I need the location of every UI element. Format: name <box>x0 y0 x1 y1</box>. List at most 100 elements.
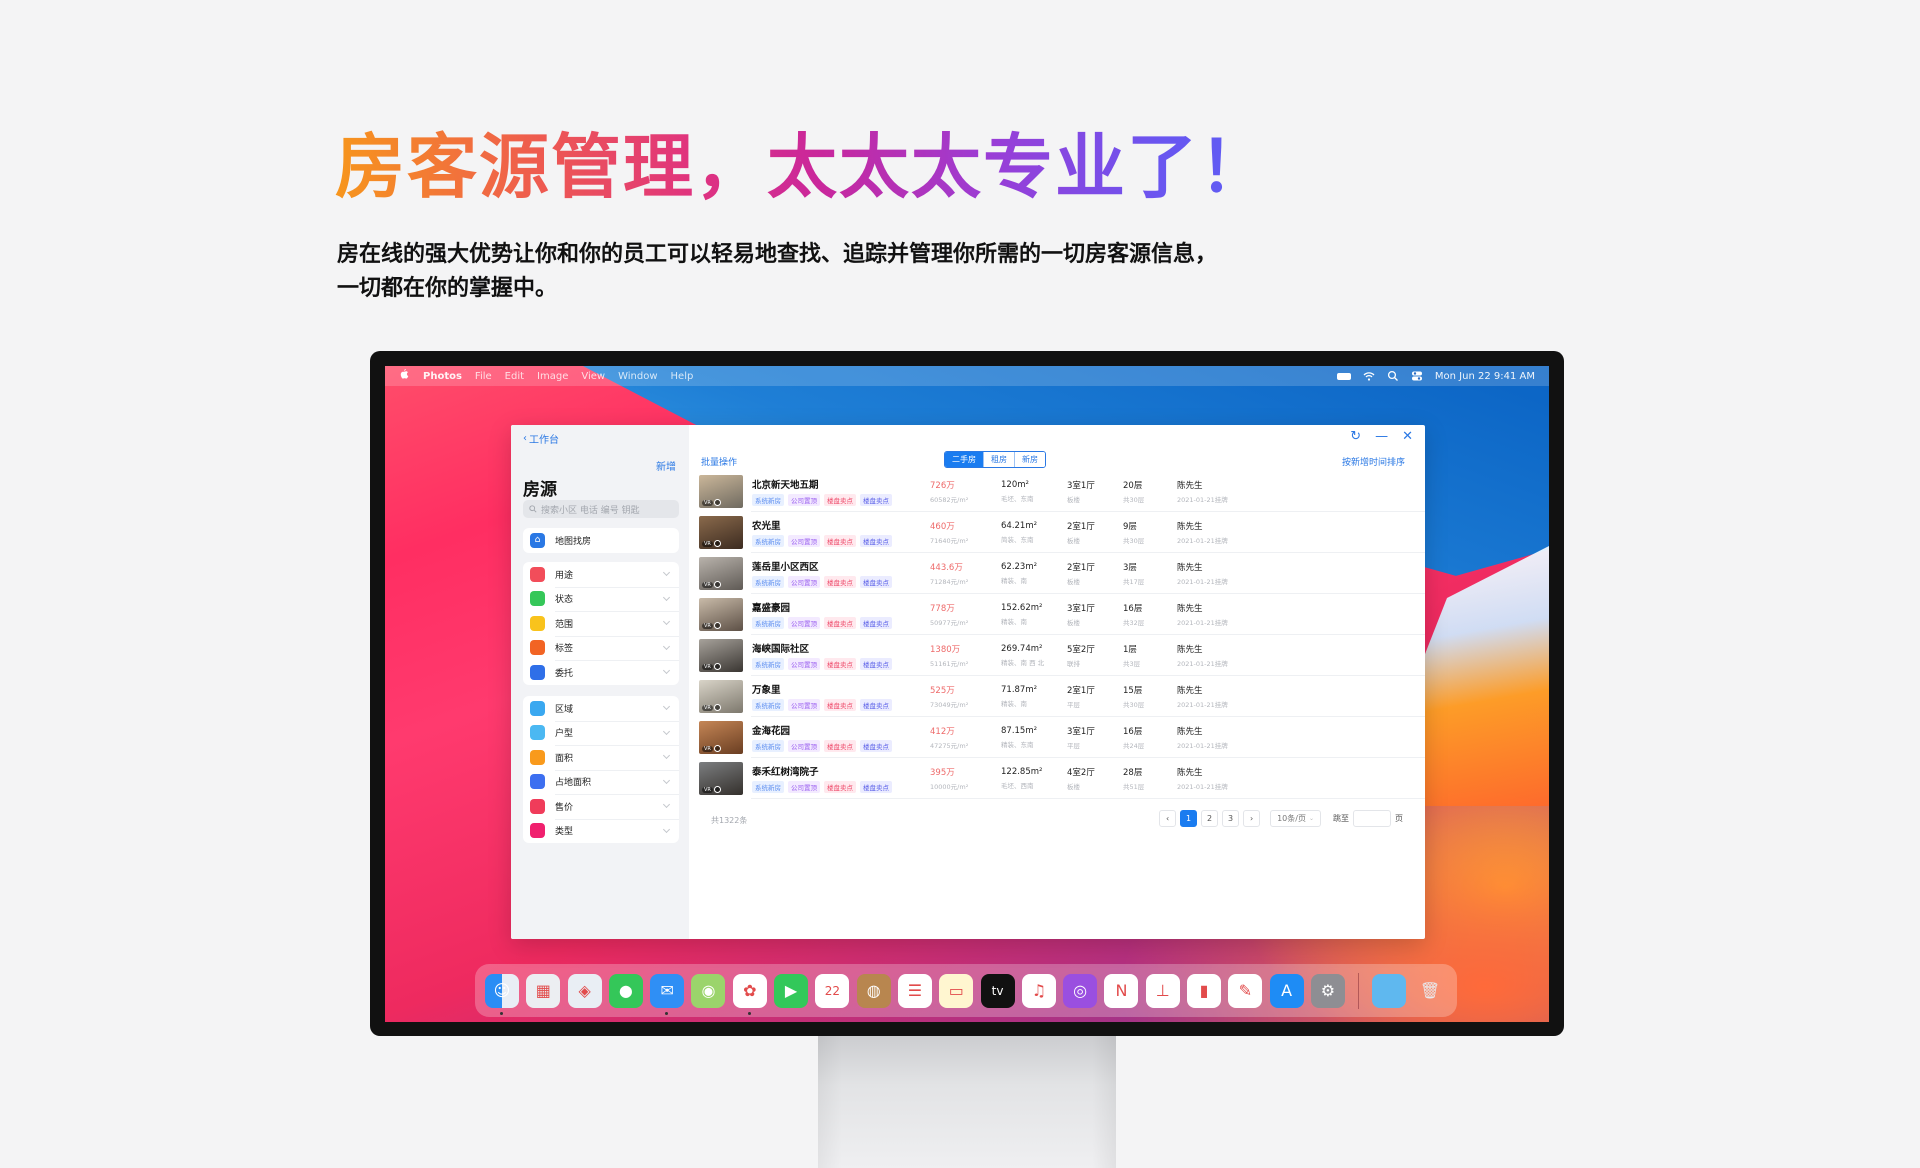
control-center-icon[interactable] <box>1411 370 1423 382</box>
area-col: 87.15m² 精装、东南 <box>1001 726 1067 749</box>
photos-icon[interactable]: ✿ <box>732 973 767 1015</box>
menu-clock[interactable]: Mon Jun 22 9:41 AM <box>1435 371 1535 382</box>
finder-icon[interactable]: ☺ <box>485 973 519 1015</box>
page-size-select[interactable]: 10条/页 ⌄ <box>1270 810 1321 827</box>
menu-window[interactable]: Window <box>618 371 657 382</box>
listing-row[interactable]: VR 泰禾红树湾院子 系统新房 公司置顶 楼盘卖点 楼盘卖点 395万 1000… <box>699 758 1425 799</box>
menu-edit[interactable]: Edit <box>505 371 524 382</box>
sidebar-filter-item[interactable]: 区域 <box>523 696 679 721</box>
sidebar-filter-item[interactable]: 面积 <box>523 745 679 770</box>
listing-name[interactable]: 嘉盛豪园 <box>752 600 930 614</box>
listing-name[interactable]: 金海花园 <box>752 723 930 737</box>
menu-view[interactable]: View <box>581 371 605 382</box>
search-icon[interactable] <box>1387 370 1399 382</box>
listing-row[interactable]: VR 海峡国际社区 系统新房 公司置顶 楼盘卖点 楼盘卖点 1380万 5116… <box>699 635 1425 676</box>
listing-row[interactable]: VR 农光里 系统新房 公司置顶 楼盘卖点 楼盘卖点 460万 71640元/m… <box>699 512 1425 553</box>
vr-badge: VR <box>702 787 713 793</box>
apple-tv-icon[interactable]: tv <box>980 973 1015 1008</box>
facetime-icon[interactable]: ▶ <box>774 973 809 1008</box>
maps-icon[interactable]: ◉ <box>691 973 726 1008</box>
wifi-icon[interactable] <box>1363 370 1375 382</box>
listing-name[interactable]: 北京新天地五期 <box>752 477 930 491</box>
pages-icon[interactable]: ✎ <box>1228 973 1263 1008</box>
tab-rental[interactable]: 租房 <box>983 452 1014 467</box>
back-button[interactable]: ‹ 工作台 <box>523 431 559 446</box>
contacts-icon[interactable]: ◍ <box>856 973 891 1008</box>
calendar-icon[interactable]: 22 <box>815 973 850 1008</box>
listing-date: 2021-01-21挂牌 <box>1177 537 1228 545</box>
prev-page-button[interactable]: ‹ <box>1159 810 1177 827</box>
menu-app-name[interactable]: Photos <box>423 371 462 382</box>
notes-icon[interactable]: ▭ <box>939 973 974 1008</box>
listing-row[interactable]: VR 莲岳里小区西区 系统新房 公司置顶 楼盘卖点 楼盘卖点 443.6万 71… <box>699 553 1425 594</box>
search-input[interactable]: 搜索小区 电话 编号 钥匙 <box>523 500 679 518</box>
next-page-button[interactable]: › <box>1243 810 1261 827</box>
app-store-icon[interactable]: A <box>1269 973 1304 1008</box>
battery-icon[interactable] <box>1336 372 1351 380</box>
sidebar-filter-item[interactable]: 范围 <box>523 611 679 636</box>
news-icon[interactable]: N <box>1104 973 1139 1008</box>
add-listing-button[interactable]: 新增 <box>656 458 676 473</box>
listing-name[interactable]: 农光里 <box>752 518 930 532</box>
trash-icon[interactable]: 🗑 <box>1413 974 1447 1008</box>
page-button[interactable]: 3 <box>1222 810 1240 827</box>
area-col: 122.85m² 毛坯、西南 <box>1001 767 1067 790</box>
listing-thumbnail[interactable]: VR <box>699 557 743 590</box>
system-preferences-icon[interactable]: ⚙ <box>1310 973 1345 1008</box>
sort-by-new-time-button[interactable]: 按新增时间排序 <box>1342 455 1405 468</box>
sidebar-filter-item[interactable]: 售价 <box>523 794 679 819</box>
listing-row[interactable]: VR 北京新天地五期 系统新房 公司置顶 楼盘卖点 楼盘卖点 726万 6058… <box>699 471 1425 512</box>
sidebar-filter-item[interactable]: 标签 <box>523 635 679 661</box>
music-icon[interactable]: ♫ <box>1021 973 1056 1008</box>
listing-title-col: 农光里 系统新房 公司置顶 楼盘卖点 楼盘卖点 <box>752 518 930 547</box>
apple-logo-icon[interactable] <box>399 369 409 383</box>
reminders-icon[interactable]: ☰ <box>897 973 932 1008</box>
listing-thumbnail[interactable]: VR <box>699 475 743 508</box>
listing-thumbnail[interactable]: VR <box>699 762 743 795</box>
listing-name[interactable]: 万象里 <box>752 682 930 696</box>
keynote-icon[interactable]: ⊥ <box>1145 973 1180 1008</box>
listing-thumbnail[interactable]: VR <box>699 680 743 713</box>
listing-thumbnail[interactable]: VR <box>699 516 743 549</box>
numbers-icon[interactable]: ▮ <box>1187 973 1222 1008</box>
messages-icon[interactable]: ● <box>608 973 643 1008</box>
listing-name[interactable]: 泰禾红树湾院子 <box>752 764 930 778</box>
podcasts-icon[interactable]: ◎ <box>1063 973 1098 1008</box>
jump-page-input[interactable] <box>1353 810 1391 827</box>
menu-file[interactable]: File <box>475 371 492 382</box>
sidebar-filter-item[interactable]: 户型 <box>523 720 679 746</box>
listing-name[interactable]: 莲岳里小区西区 <box>752 559 930 573</box>
listing-total-floors: 共3层 <box>1123 660 1141 668</box>
listing-row[interactable]: VR 万象里 系统新房 公司置顶 楼盘卖点 楼盘卖点 525万 73049元/m… <box>699 676 1425 717</box>
batch-operation-button[interactable]: 批量操作 <box>701 455 737 468</box>
close-icon[interactable]: ✕ <box>1402 429 1413 444</box>
sidebar-filter-item[interactable]: 用途 <box>523 562 679 587</box>
listing-thumbnail[interactable]: VR <box>699 721 743 754</box>
safari-icon[interactable]: ◈ <box>567 973 602 1008</box>
tab-new-home[interactable]: 新房 <box>1014 452 1045 467</box>
sidebar-item-map-search[interactable]: ⌂ 地图找房 <box>523 528 679 553</box>
menu-help[interactable]: Help <box>671 371 694 382</box>
listing-row[interactable]: VR 嘉盛豪园 系统新房 公司置顶 楼盘卖点 楼盘卖点 778万 50977元/… <box>699 594 1425 635</box>
page-button[interactable]: 1 <box>1180 810 1198 827</box>
refresh-icon[interactable]: ↻ <box>1350 429 1361 444</box>
listing-thumbnail[interactable]: VR <box>699 598 743 631</box>
listing-rooms: 2室1厅 <box>1067 686 1095 696</box>
sidebar-filter-item[interactable]: 委托 <box>523 660 679 685</box>
tab-second-hand[interactable]: 二手房 <box>945 452 983 467</box>
mail-icon[interactable]: ✉ <box>650 973 685 1015</box>
listing-row[interactable]: VR 金海花园 系统新房 公司置顶 楼盘卖点 楼盘卖点 412万 47275元/… <box>699 717 1425 758</box>
listing-thumbnail[interactable]: VR <box>699 639 743 672</box>
launchpad-icon[interactable]: ▦ <box>526 973 561 1008</box>
sidebar-filter-item[interactable]: 占地面积 <box>523 769 679 795</box>
sidebar-filter-item[interactable]: 类型 <box>523 818 679 844</box>
menu-image[interactable]: Image <box>537 371 568 382</box>
folder-icon[interactable] <box>1371 973 1406 1008</box>
map-person-icon: ⌂ <box>530 532 545 548</box>
minimize-icon[interactable]: — <box>1375 429 1388 444</box>
listing-rooms: 2室1厅 <box>1067 522 1095 532</box>
page-button[interactable]: 2 <box>1201 810 1219 827</box>
listing-name[interactable]: 海峡国际社区 <box>752 641 930 655</box>
listing-agent: 陈先生 <box>1177 563 1203 573</box>
sidebar-filter-item[interactable]: 状态 <box>523 586 679 612</box>
